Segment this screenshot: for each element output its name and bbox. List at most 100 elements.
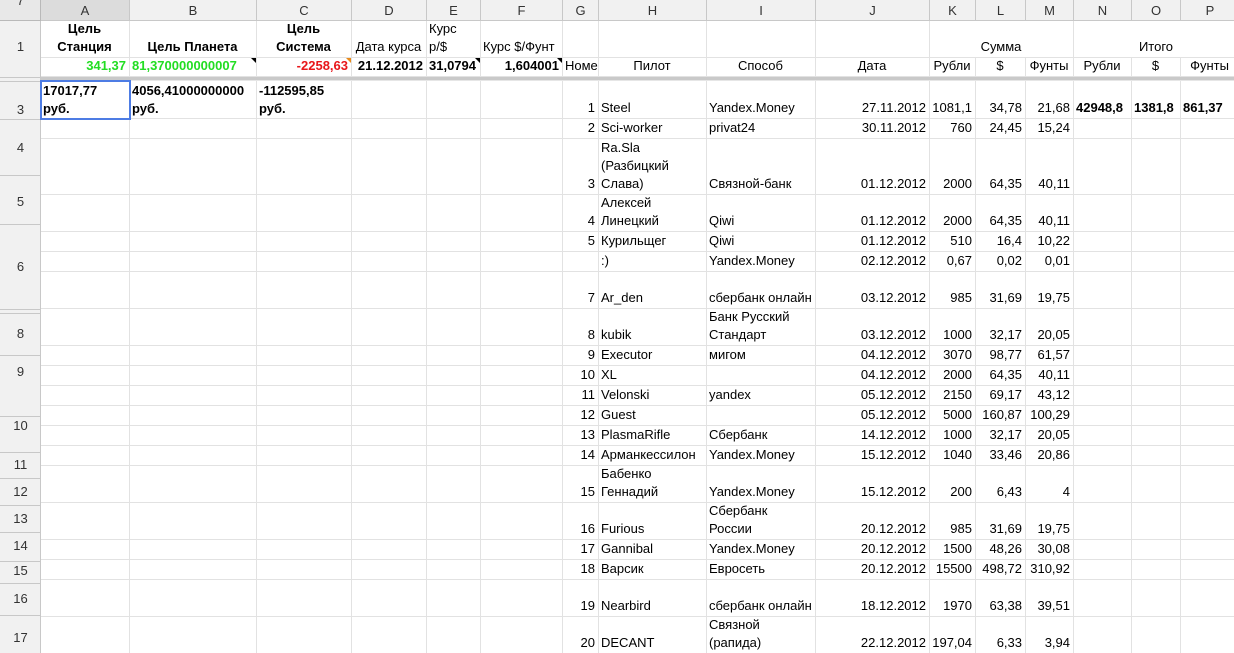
cell-number[interactable]: 10	[563, 366, 599, 386]
cell-B-row16[interactable]	[130, 446, 257, 466]
cell-P-row22[interactable]	[1181, 617, 1234, 653]
cell-O-row17[interactable]	[1132, 466, 1181, 503]
cell-B-row6[interactable]	[130, 195, 257, 232]
column-header-G[interactable]: G	[563, 0, 599, 21]
cell-usd[interactable]: 498,72	[976, 560, 1026, 580]
cell-B1[interactable]: Цель Планета	[130, 21, 257, 58]
cell-O-row16[interactable]	[1132, 446, 1181, 466]
cell-G2[interactable]: Номе	[563, 58, 599, 77]
cell-P-row5[interactable]	[1181, 139, 1234, 195]
column-header-P[interactable]: P	[1181, 0, 1234, 21]
cell-E-row17[interactable]	[427, 466, 481, 503]
cell-A-row22[interactable]	[41, 617, 130, 653]
cell-C-row14[interactable]	[257, 406, 352, 426]
cell-P-row19[interactable]	[1181, 540, 1234, 560]
row-header-6[interactable]: 6	[0, 256, 41, 276]
cell-O-row6[interactable]	[1132, 195, 1181, 232]
cell-method[interactable]: сбербанк онлайн	[707, 580, 816, 617]
cell-E-row6[interactable]	[427, 195, 481, 232]
cell-O-row18[interactable]	[1132, 503, 1181, 540]
cell-N-row9[interactable]	[1074, 272, 1132, 309]
cell-P-row8[interactable]	[1181, 252, 1234, 272]
cell-method[interactable]: privat24	[707, 119, 816, 139]
cell-method[interactable]: Yandex.Money	[707, 252, 816, 272]
column-header-O[interactable]: O	[1132, 0, 1181, 21]
row-header-12[interactable]: 12	[0, 481, 41, 501]
cell-rub[interactable]: 2000	[930, 195, 976, 232]
cell-O-row15[interactable]	[1132, 426, 1181, 446]
cell-K2[interactable]: Рубли	[930, 58, 976, 77]
cell-A-row4[interactable]	[41, 119, 130, 139]
cell-P-row18[interactable]	[1181, 503, 1234, 540]
cell-C-row19[interactable]	[257, 540, 352, 560]
cell-pilot[interactable]: :)	[599, 252, 707, 272]
cell-N-row12[interactable]	[1074, 366, 1132, 386]
column-header-K[interactable]: K	[930, 0, 976, 21]
cell-N-row17[interactable]	[1074, 466, 1132, 503]
cell-rub[interactable]: 1040	[930, 446, 976, 466]
cell-C-row18[interactable]	[257, 503, 352, 540]
cell-P-row13[interactable]	[1181, 386, 1234, 406]
row-header-11[interactable]: 11	[0, 454, 41, 474]
cell-E-row19[interactable]	[427, 540, 481, 560]
cell-E2[interactable]: 31,0794	[427, 58, 481, 77]
cell-pilot[interactable]: Velonski	[599, 386, 707, 406]
cell-P-row21[interactable]	[1181, 580, 1234, 617]
cell-number[interactable]: 4	[563, 195, 599, 232]
cell-O-row12[interactable]	[1132, 366, 1181, 386]
cell-F-row5[interactable]	[481, 139, 563, 195]
cell-usd[interactable]: 33,46	[976, 446, 1026, 466]
cell-pilot[interactable]: Варсик	[599, 560, 707, 580]
cell-B-row8[interactable]	[130, 252, 257, 272]
cell-J2[interactable]: Дата	[816, 58, 930, 77]
cell-F-row19[interactable]	[481, 540, 563, 560]
cell-N-row21[interactable]	[1074, 580, 1132, 617]
cell-F-row10[interactable]	[481, 309, 563, 346]
cell-N-row16[interactable]	[1074, 446, 1132, 466]
cell-number[interactable]: 20	[563, 617, 599, 653]
cell-N-row8[interactable]	[1074, 252, 1132, 272]
cell-pilot[interactable]: Ra.Sla (Разбицкий Слава)	[599, 139, 707, 195]
cell-pilot[interactable]: Sci-worker	[599, 119, 707, 139]
cell-usd[interactable]: 6,43	[976, 466, 1026, 503]
cell-pilot[interactable]: Guest	[599, 406, 707, 426]
cell-rub[interactable]: 200	[930, 466, 976, 503]
cell-I2[interactable]: Способ	[707, 58, 816, 77]
cell-number[interactable]: 5	[563, 232, 599, 252]
cell-D-row4[interactable]	[352, 119, 427, 139]
cell-pilot[interactable]: Арманкессилон	[599, 446, 707, 466]
cell-H2[interactable]: Пилот	[599, 58, 707, 77]
cell-date[interactable]: 03.12.2012	[816, 272, 930, 309]
cell-F-row16[interactable]	[481, 446, 563, 466]
cell-E-row4[interactable]	[427, 119, 481, 139]
cell-E-row10[interactable]	[427, 309, 481, 346]
row-header-17[interactable]: 17	[0, 627, 41, 647]
cell-rub[interactable]: 1000	[930, 426, 976, 446]
cell-C-row22[interactable]	[257, 617, 352, 653]
cell-D-row15[interactable]	[352, 426, 427, 446]
cell-note-marker[interactable]	[346, 58, 351, 63]
cell-A2[interactable]: 341,37	[41, 58, 130, 77]
cell-method[interactable]: Yandex.Money	[707, 81, 816, 119]
column-header-B[interactable]: B	[130, 0, 257, 21]
cell-F-row22[interactable]	[481, 617, 563, 653]
cell-B-row11[interactable]	[130, 346, 257, 366]
cell-date[interactable]: 20.12.2012	[816, 540, 930, 560]
cell-P-row11[interactable]	[1181, 346, 1234, 366]
cell-gbp[interactable]: 20,86	[1026, 446, 1074, 466]
cell-number[interactable]: 14	[563, 446, 599, 466]
cell-P-row7[interactable]	[1181, 232, 1234, 252]
cell-M2[interactable]: Фунты	[1026, 58, 1074, 77]
cell-pilot[interactable]: kubik	[599, 309, 707, 346]
cell-P-row20[interactable]	[1181, 560, 1234, 580]
column-header-N[interactable]: N	[1074, 0, 1132, 21]
cell-D-row18[interactable]	[352, 503, 427, 540]
cell-E-row22[interactable]	[427, 617, 481, 653]
cell-A-row14[interactable]	[41, 406, 130, 426]
cell-D-row6[interactable]	[352, 195, 427, 232]
cell-rub[interactable]: 197,04	[930, 617, 976, 653]
cell-number[interactable]: 7	[563, 272, 599, 309]
cell-F-row18[interactable]	[481, 503, 563, 540]
cell-E-row3[interactable]	[427, 81, 481, 119]
cell-N-row4[interactable]	[1074, 119, 1132, 139]
